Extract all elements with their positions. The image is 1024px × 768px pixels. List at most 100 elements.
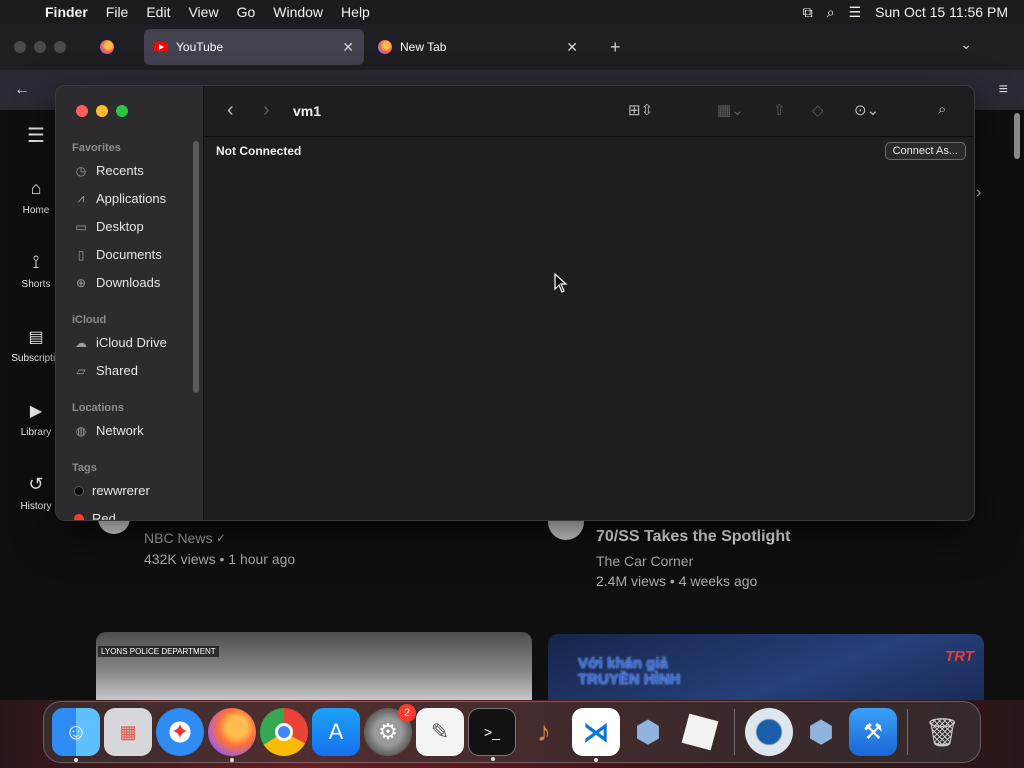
tab-close-icon[interactable]: ✕	[342, 39, 354, 56]
dock-finder[interactable]: ☺	[52, 708, 100, 762]
view-grid-icon[interactable]: ⊞⇳	[628, 101, 653, 119]
dock-textedit[interactable]: ✎	[416, 708, 464, 756]
menu-go[interactable]: Go	[228, 4, 265, 20]
tab-strip: YouTube ✕ New Tab ✕ + ⌄	[0, 24, 1024, 70]
sidebar-tag-rewwrerer[interactable]: rewwrerer	[74, 483, 150, 498]
menu-view[interactable]: View	[179, 4, 227, 20]
sidebar-item-applications[interactable]: ⩘ Applications	[74, 191, 167, 206]
menu-window[interactable]: Window	[264, 4, 332, 20]
sidebar-item-icloud-drive[interactable]: ☁ iCloud Drive	[74, 335, 167, 350]
screen-mirroring-icon[interactable]: ⧉	[803, 4, 813, 21]
sidebar-tag-red[interactable]: Red	[74, 511, 116, 521]
firefox-view-icon[interactable]	[100, 40, 114, 54]
list-all-tabs-chevron-icon[interactable]: ⌄	[960, 36, 972, 53]
dock-roblox[interactable]	[676, 708, 724, 756]
tab-label: New Tab	[400, 40, 447, 54]
dock-xcode[interactable]: ⚒	[849, 708, 897, 756]
sidebar-item-label: Shared	[96, 363, 138, 378]
back-chevron-icon[interactable]: ‹	[227, 99, 234, 122]
dock-separator	[734, 709, 735, 755]
dock-virtualbox[interactable]: ⬢	[624, 708, 672, 756]
browser-close-button[interactable]	[14, 41, 26, 53]
sidebar-item-network[interactable]: ◍ Network	[74, 423, 144, 438]
menu-help[interactable]: Help	[332, 4, 379, 20]
browser-minimize-button[interactable]	[34, 41, 46, 53]
verified-badge-icon: ✓	[216, 531, 227, 545]
sidebar-item-label: Desktop	[96, 219, 144, 234]
menu-app-name[interactable]: Finder	[36, 4, 97, 20]
video-thumbnail[interactable]: LYONS POLICE DEPARTMENT	[96, 632, 532, 700]
browser-zoom-button[interactable]	[54, 41, 66, 53]
sidebar-item-label: iCloud Drive	[96, 335, 167, 350]
connect-as-button[interactable]: Connect As...	[884, 142, 966, 160]
tab-youtube[interactable]: YouTube ✕	[144, 29, 364, 65]
search-icon[interactable]: ⌕	[938, 101, 946, 118]
sidebar-item-shared[interactable]: ▱ Shared	[74, 363, 138, 378]
control-center-icon[interactable]: ☰	[849, 4, 862, 21]
tag-icon[interactable]: ◇	[812, 101, 824, 119]
launchpad-grid-icon: ▦	[119, 721, 137, 742]
menu-file[interactable]: File	[97, 4, 138, 20]
guide-label: Shorts	[21, 279, 51, 290]
app-menu-icon[interactable]: ≡	[999, 81, 1008, 99]
guide-label: Library	[20, 426, 52, 438]
tab-new-tab[interactable]: New Tab ✕	[368, 29, 588, 65]
subscriptions-icon: ▤	[28, 328, 44, 346]
dock-quicktime[interactable]	[745, 708, 793, 756]
section-locations: Locations	[72, 402, 124, 414]
pen-paper-icon: ✎	[430, 719, 450, 744]
menubar-clock[interactable]: Sun Oct 15 11:56 PM	[875, 4, 1008, 20]
cloud-icon: ☁	[75, 335, 87, 350]
sidebar-item-documents[interactable]: ▯ Documents	[74, 247, 162, 262]
tab-close-icon[interactable]: ✕	[566, 39, 578, 56]
history-icon: ↺	[28, 474, 44, 494]
menu-bar: Finder File Edit View Go Window Help ⧉ ⌕…	[0, 0, 1024, 24]
share-icon[interactable]: ⇧	[773, 101, 786, 119]
video-title[interactable]: 70/SS Takes the Spotlight	[596, 528, 790, 546]
dock-system-settings[interactable]: ⚙ 2	[364, 704, 416, 756]
video-meta: 2.4M views • 4 weeks ago	[596, 573, 758, 589]
spotlight-search-icon[interactable]: ⌕	[827, 4, 835, 21]
page-scrollbar[interactable]	[1014, 113, 1020, 159]
dock-terminal[interactable]: >_	[468, 708, 516, 761]
globe-icon: ◍	[75, 423, 87, 438]
action-menu-icon[interactable]: ⊙⌄	[854, 101, 879, 119]
shared-folder-icon: ▱	[76, 363, 86, 378]
back-arrow-icon[interactable]: ←	[14, 81, 30, 99]
shorts-icon: ⟟	[32, 252, 40, 272]
dock-virtualbox-vm[interactable]: ⬢	[797, 708, 845, 756]
dock-launchpad[interactable]: ▦	[104, 708, 152, 756]
cube-icon: ⬢	[807, 715, 835, 749]
thumbnail-caption: LYONS POLICE DEPARTMENT	[98, 646, 219, 657]
sidebar-item-label: Applications	[96, 191, 167, 206]
dock-safari[interactable]: ✦	[156, 708, 204, 756]
dock-chrome[interactable]	[260, 708, 308, 756]
video-thumbnail[interactable]: Với khán giả TRUYỀN HÌNH TRT	[548, 634, 984, 700]
hammer-icon: ⚒	[863, 719, 883, 744]
dock-app-store[interactable]: A	[312, 708, 360, 756]
sidebar-item-recents[interactable]: ◷ Recents	[74, 163, 144, 178]
new-tab-plus-icon[interactable]: +	[610, 37, 621, 58]
dock-firefox[interactable]	[208, 708, 256, 762]
vscode-icon: ⋊	[583, 716, 609, 747]
sidebar-scrollbar[interactable]	[193, 141, 199, 393]
section-favorites: Favorites	[72, 142, 121, 154]
forward-chevron-icon[interactable]: ›	[263, 99, 270, 122]
minimize-button[interactable]	[96, 105, 108, 117]
sidebar-item-label: rewwrerer	[92, 483, 150, 498]
zoom-button[interactable]	[116, 105, 128, 117]
dock-trash[interactable]: 🗑	[918, 708, 966, 756]
sidebar-item-downloads[interactable]: ⊕ Downloads	[74, 275, 160, 290]
menu-edit[interactable]: Edit	[137, 4, 179, 20]
chevron-right-icon[interactable]: ›	[976, 184, 981, 202]
dock-vscode[interactable]: ⋊	[572, 708, 620, 762]
video-channel[interactable]: The Car Corner	[596, 553, 693, 569]
sidebar-item-label: Red	[92, 511, 116, 521]
video-channel[interactable]: NBC News	[144, 530, 212, 546]
close-button[interactable]	[76, 105, 88, 117]
dock-garageband[interactable]: ♪	[520, 708, 568, 756]
sidebar-item-desktop[interactable]: ▭ Desktop	[74, 219, 144, 234]
group-by-icon[interactable]: ▦⌄	[717, 101, 744, 119]
channel-logo: TRT	[945, 648, 974, 665]
home-icon: ⌂	[30, 178, 42, 198]
